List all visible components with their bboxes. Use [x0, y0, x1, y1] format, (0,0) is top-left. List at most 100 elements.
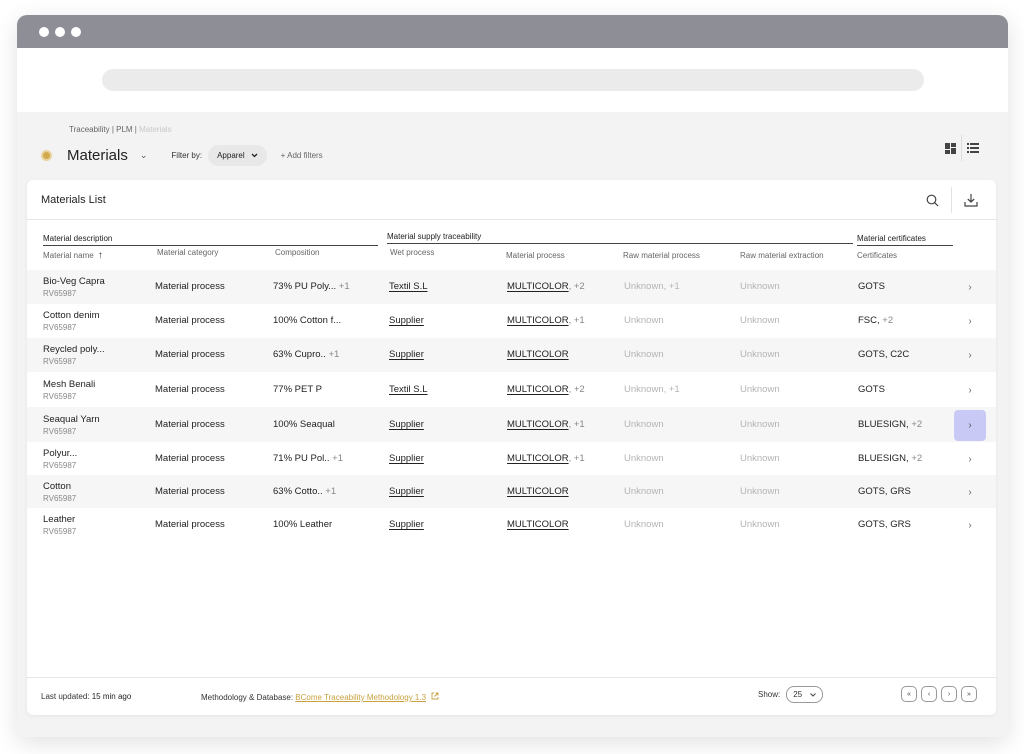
table-row[interactable]: Cotton denim RV65987 Material process 100% … — [27, 304, 996, 338]
wet-process-link[interactable]: Supplier — [389, 453, 424, 464]
next-page-icon[interactable]: › — [941, 686, 957, 702]
material-name-cell[interactable]: Mesh Benali RV65987 — [43, 379, 95, 401]
sort-ascending-icon[interactable]: ↑ — [98, 250, 103, 261]
material-process-more-badge[interactable]: , +1 — [569, 419, 585, 430]
composition-more-badge[interactable]: +1 — [332, 453, 343, 464]
material-name-cell[interactable]: Reycled poly... RV65987 — [43, 344, 105, 366]
column-header-wet-process[interactable]: Wet process — [390, 248, 434, 257]
material-name-cell[interactable]: Polyur... RV65987 — [43, 448, 77, 470]
material-name[interactable]: Reycled poly... — [43, 344, 105, 355]
column-header-raw-process[interactable]: Raw material process — [623, 251, 700, 260]
material-process-more-badge[interactable]: , +2 — [569, 281, 585, 292]
material-process-link[interactable]: MULTICOLOR — [507, 281, 569, 292]
table-row[interactable]: Leather RV65987 Material process 100% Leath… — [27, 508, 996, 541]
chevron-right-icon[interactable]: › — [954, 272, 986, 303]
external-link-icon[interactable] — [431, 692, 439, 700]
chevron-right-icon[interactable]: › — [954, 306, 986, 337]
certificates-more-badge[interactable]: +2 — [909, 453, 922, 464]
list-view-icon[interactable] — [964, 138, 982, 158]
material-name-cell[interactable]: Leather RV65987 — [43, 514, 76, 536]
address-bar[interactable] — [101, 69, 924, 91]
window-control-dot[interactable] — [55, 26, 65, 37]
first-page-icon[interactable]: « — [901, 686, 917, 702]
material-process-link[interactable]: MULTICOLOR — [507, 519, 569, 530]
wet-process-link[interactable]: Textil S.L — [389, 384, 428, 395]
table-row[interactable]: Cotton RV65987 Material process 63% Cotto..… — [27, 475, 996, 508]
material-name-cell[interactable]: Seaqual Yarn RV65987 — [43, 414, 100, 436]
wet-process-link[interactable]: Supplier — [389, 486, 424, 497]
table-row[interactable]: Mesh Benali RV65987 Material process 77% PE… — [27, 372, 996, 407]
page-size-value: 25 — [793, 690, 803, 699]
material-process-more-badge[interactable]: , +1 — [569, 453, 585, 464]
column-header-composition[interactable]: Composition — [275, 248, 319, 257]
material-process-link[interactable]: MULTICOLOR — [507, 315, 569, 326]
material-name[interactable]: Cotton denim — [43, 310, 100, 321]
chevron-right-icon[interactable]: › — [954, 340, 986, 371]
material-name[interactable]: Leather — [43, 514, 76, 525]
raw-material-extraction: Unknown — [740, 281, 780, 292]
material-process-link[interactable]: MULTICOLOR — [507, 486, 569, 497]
previous-page-icon[interactable]: ‹ — [921, 686, 937, 702]
methodology-label: Methodology & Database: — [201, 693, 294, 702]
material-name[interactable]: Bio-Veg Capra — [43, 276, 105, 287]
search-icon[interactable] — [921, 187, 943, 213]
material-process-link[interactable]: MULTICOLOR — [507, 349, 569, 360]
wet-process-link[interactable]: Supplier — [389, 519, 424, 530]
methodology-link[interactable]: BCome Traceability Methodology 1.3 — [295, 693, 426, 702]
page-size-select[interactable]: 25 — [786, 686, 824, 703]
breadcrumb-path[interactable]: Traceability | PLM | — [69, 125, 139, 134]
material-process-more-badge[interactable]: , +2 — [569, 384, 585, 395]
wet-process-link[interactable]: Supplier — [389, 315, 424, 326]
chevron-right-icon[interactable]: › — [954, 444, 986, 475]
breadcrumb-current: Materials — [139, 125, 172, 134]
certificates: FSC, — [858, 315, 880, 326]
table-row[interactable]: Bio-Veg Capra RV65987 Material process 73% … — [27, 270, 996, 304]
material-name-cell[interactable]: Cotton denim RV65987 — [43, 310, 100, 332]
material-process-more-badge[interactable]: , +1 — [569, 315, 585, 326]
grid-view-icon[interactable] — [941, 138, 959, 158]
material-process-link[interactable]: MULTICOLOR — [507, 419, 569, 430]
wet-process-link[interactable]: Textil S.L — [389, 281, 428, 292]
chevron-right-icon[interactable]: › — [954, 375, 986, 406]
window-control-dot[interactable] — [39, 26, 49, 37]
material-name-cell[interactable]: Cotton RV65987 — [43, 481, 76, 503]
certificates-cell: GOTS, GRS — [858, 519, 911, 530]
window-control-dot[interactable] — [71, 26, 81, 37]
last-updated-value: 15 min ago — [91, 692, 132, 701]
material-process-link[interactable]: MULTICOLOR — [507, 384, 569, 395]
composition-more-badge[interactable]: +1 — [328, 349, 339, 360]
last-page-icon[interactable]: » — [961, 686, 977, 702]
composition-more-badge[interactable]: +1 — [339, 281, 350, 292]
wet-process-link[interactable]: Supplier — [389, 349, 424, 360]
composition-more-badge[interactable]: +1 — [325, 486, 336, 497]
add-filters-button[interactable]: + Add filters — [281, 151, 323, 160]
certificates-more-badge[interactable]: +2 — [909, 419, 922, 430]
material-name[interactable]: Mesh Benali — [43, 379, 95, 390]
material-process-link[interactable]: MULTICOLOR — [507, 453, 569, 464]
material-name[interactable]: Polyur... — [43, 448, 77, 459]
certificates: GOTS, GRS — [858, 519, 911, 530]
material-name-cell[interactable]: Bio-Veg Capra RV65987 — [43, 276, 105, 298]
panel-header: Materials List — [27, 180, 996, 220]
material-category: Material process — [155, 519, 225, 530]
wet-process-link[interactable]: Supplier — [389, 419, 424, 430]
table-row[interactable]: Seaqual Yarn RV65987 Material process 100% … — [27, 407, 996, 442]
table-row[interactable]: Polyur... RV65987 Material process 71% PU P… — [27, 442, 996, 475]
chevron-down-icon[interactable]: ⌄ — [140, 150, 148, 161]
column-header-certificates[interactable]: Certificates — [857, 251, 897, 260]
column-header-material-process[interactable]: Material process — [506, 251, 565, 260]
filter-apparel-dropdown[interactable]: Apparel — [208, 144, 267, 166]
certificates-more-badge[interactable]: +2 — [880, 315, 893, 326]
column-header-name[interactable]: Material name ↑ — [43, 250, 103, 261]
table-row[interactable]: Reycled poly... RV65987 Material process 63… — [27, 338, 996, 372]
chevron-right-icon[interactable]: › — [954, 410, 986, 441]
raw-material-process: Unknown, +1 — [624, 384, 680, 395]
material-process-cell: MULTICOLOR, +2 — [507, 281, 585, 292]
chevron-right-icon[interactable]: › — [954, 477, 986, 508]
column-header-raw-extraction[interactable]: Raw material extraction — [740, 251, 824, 260]
material-name[interactable]: Cotton — [43, 481, 76, 492]
column-header-category[interactable]: Material category — [157, 248, 218, 257]
chevron-right-icon[interactable]: › — [954, 510, 986, 541]
material-name[interactable]: Seaqual Yarn — [43, 414, 100, 425]
download-icon[interactable] — [960, 187, 982, 213]
